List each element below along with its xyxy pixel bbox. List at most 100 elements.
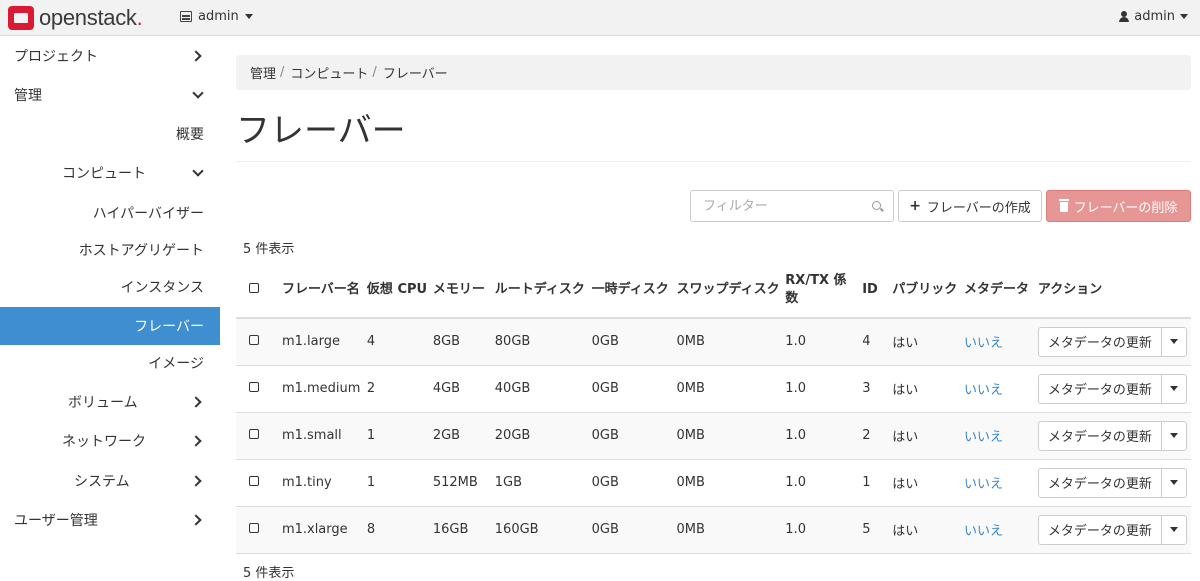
breadcrumb-current: フレーバー bbox=[382, 67, 448, 82]
breadcrumb-item[interactable]: 管理 bbox=[250, 63, 276, 82]
row-action-group: メタデータの更新 bbox=[1037, 373, 1187, 404]
vcpu-cell: 8 bbox=[366, 505, 433, 554]
row-action-dropdown[interactable] bbox=[1162, 328, 1186, 356]
sidebar-item-volumes[interactable]: ボリューム bbox=[0, 383, 220, 421]
ram-cell: 2GB bbox=[432, 411, 495, 459]
root-disk-cell: 1GB bbox=[494, 458, 592, 506]
row-action-dropdown[interactable] bbox=[1162, 375, 1186, 403]
row-checkbox[interactable] bbox=[249, 476, 259, 486]
column-header[interactable]: メタデータ bbox=[964, 262, 1038, 319]
sidebar-item-label: フレーバー bbox=[134, 319, 204, 335]
metadata-link[interactable]: いいえ bbox=[964, 430, 1003, 445]
ram-cell: 8GB bbox=[432, 317, 495, 365]
root-disk-cell: 20GB bbox=[494, 411, 592, 459]
metadata-link[interactable]: いいえ bbox=[964, 477, 1003, 492]
root-disk-cell: 160GB bbox=[494, 505, 592, 554]
table-row: m1.xlarge 8 16GB 160GB 0GB 0MB 1.0 5 はい … bbox=[236, 505, 1191, 554]
id-cell: 3 bbox=[862, 364, 893, 412]
sidebar-item-flavors[interactable]: フレーバー bbox=[0, 307, 220, 345]
column-header[interactable]: ID bbox=[862, 262, 893, 319]
ram-cell: 4GB bbox=[432, 364, 495, 412]
delete-flavor-button[interactable]: フレーバーの削除 bbox=[1046, 190, 1191, 222]
table-row: m1.tiny 1 512MB 1GB 0GB 0MB 1.0 1 はい いいえ… bbox=[236, 458, 1191, 506]
swap-disk-cell: 0MB bbox=[676, 364, 786, 412]
metadata-link[interactable]: いいえ bbox=[964, 336, 1003, 351]
row-action-dropdown[interactable] bbox=[1162, 469, 1186, 497]
metadata-link[interactable]: いいえ bbox=[964, 383, 1003, 398]
caret-down-icon bbox=[1180, 14, 1188, 19]
column-header[interactable]: スワップディスク bbox=[676, 262, 786, 319]
sidebar-item-compute[interactable]: コンピュート bbox=[0, 154, 220, 192]
vcpu-cell: 1 bbox=[366, 458, 433, 506]
column-header[interactable]: パブリック bbox=[892, 262, 965, 319]
swap-disk-cell: 0MB bbox=[676, 505, 786, 554]
row-action-dropdown[interactable] bbox=[1162, 516, 1186, 544]
column-header[interactable]: メモリー bbox=[432, 262, 495, 319]
sidebar-item-network[interactable]: ネットワーク bbox=[0, 422, 220, 460]
public-cell: はい bbox=[892, 458, 965, 506]
sidebar-item-host-aggregates[interactable]: ホストアグリゲート bbox=[0, 231, 220, 269]
sidebar-item-label: コンピュート bbox=[62, 166, 146, 182]
sidebar-item-admin[interactable]: 管理 bbox=[0, 76, 220, 114]
select-all-checkbox[interactable] bbox=[249, 282, 259, 293]
sidebar-item-instances[interactable]: インスタンス bbox=[0, 268, 220, 306]
page-title: フレーバー bbox=[236, 111, 406, 151]
column-header[interactable]: RX/TX 係数 bbox=[785, 262, 863, 319]
create-flavor-button[interactable]: + フレーバーの作成 bbox=[898, 190, 1042, 222]
ephemeral-disk-cell: 0GB bbox=[591, 505, 677, 554]
search-icon[interactable] bbox=[872, 201, 881, 210]
rxtx-cell: 1.0 bbox=[785, 458, 863, 506]
brand-logo[interactable]: openstack. bbox=[8, 4, 143, 32]
sidebar-item-label: インスタンス bbox=[120, 280, 204, 296]
sidebar-item-images[interactable]: イメージ bbox=[0, 344, 220, 382]
update-metadata-button[interactable]: メタデータの更新 bbox=[1039, 468, 1162, 497]
chevron-right-icon bbox=[190, 396, 202, 408]
update-metadata-button[interactable]: メタデータの更新 bbox=[1039, 327, 1162, 356]
sidebar-item-overview[interactable]: 概要 bbox=[0, 115, 220, 153]
swap-disk-cell: 0MB bbox=[676, 458, 786, 506]
ram-cell: 512MB bbox=[432, 458, 495, 506]
row-action-group: メタデータの更新 bbox=[1037, 467, 1187, 498]
table-row: m1.medium 2 4GB 40GB 0GB 0MB 1.0 3 はい いい… bbox=[236, 364, 1191, 412]
row-action-dropdown[interactable] bbox=[1162, 422, 1186, 450]
metadata-link[interactable]: いいえ bbox=[964, 524, 1003, 539]
row-checkbox[interactable] bbox=[249, 335, 259, 346]
chevron-right-icon bbox=[190, 475, 202, 487]
caret-down-icon bbox=[1169, 527, 1178, 532]
flavor-name: m1.tiny bbox=[281, 458, 367, 506]
sidebar-item-system[interactable]: システム bbox=[0, 462, 220, 500]
row-checkbox[interactable] bbox=[249, 523, 259, 533]
sidebar-item-project[interactable]: プロジェクト bbox=[0, 37, 220, 75]
user-menu[interactable]: admin bbox=[1119, 9, 1188, 24]
item-count-footer: 5 件表示 bbox=[243, 566, 295, 581]
row-checkbox[interactable] bbox=[249, 429, 259, 439]
user-name: admin bbox=[1134, 9, 1175, 24]
breadcrumb-item[interactable]: コンピュート bbox=[290, 63, 368, 82]
column-header[interactable]: ルートディスク bbox=[494, 262, 592, 319]
root-disk-cell: 40GB bbox=[494, 364, 592, 412]
vcpu-cell: 4 bbox=[366, 317, 433, 365]
item-count: 5 件表示 bbox=[243, 242, 295, 257]
id-cell: 1 bbox=[862, 458, 893, 506]
sidebar-item-label: ネットワーク bbox=[62, 434, 146, 450]
column-header[interactable]: フレーバー名 bbox=[281, 262, 367, 319]
filter-input[interactable] bbox=[691, 191, 861, 221]
update-metadata-button[interactable]: メタデータの更新 bbox=[1039, 421, 1162, 450]
project-list-icon bbox=[180, 11, 192, 22]
column-header[interactable]: 仮想 CPU bbox=[366, 262, 433, 319]
flavor-name: m1.xlarge bbox=[281, 505, 367, 554]
sidebar-item-hypervisors[interactable]: ハイパーバイザー bbox=[0, 194, 220, 232]
sidebar-item-identity[interactable]: ユーザー管理 bbox=[0, 501, 220, 539]
row-checkbox[interactable] bbox=[249, 382, 259, 392]
ephemeral-disk-cell: 0GB bbox=[591, 364, 677, 412]
column-header[interactable]: 一時ディスク bbox=[591, 262, 677, 319]
sidebar-item-label: システム bbox=[74, 474, 130, 490]
sidebar-item-label: ハイパーバイザー bbox=[92, 206, 204, 222]
rxtx-cell: 1.0 bbox=[785, 317, 863, 365]
row-action-group: メタデータの更新 bbox=[1037, 420, 1187, 451]
update-metadata-button[interactable]: メタデータの更新 bbox=[1039, 374, 1162, 403]
flavor-name: m1.small bbox=[281, 411, 367, 459]
project-selector[interactable]: admin bbox=[180, 9, 253, 24]
update-metadata-button[interactable]: メタデータの更新 bbox=[1039, 515, 1162, 544]
caret-down-icon bbox=[244, 14, 253, 19]
